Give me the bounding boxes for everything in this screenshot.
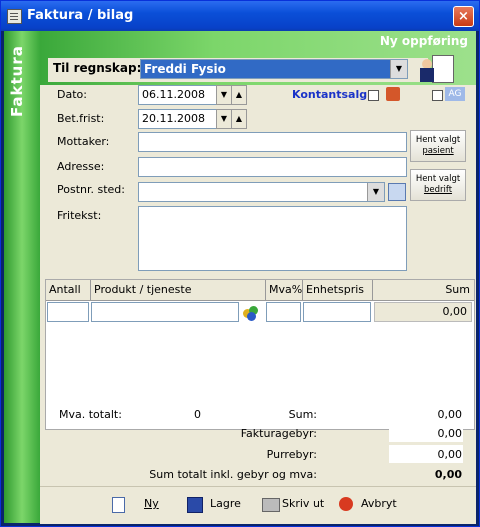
ag-icon: AG <box>445 87 465 101</box>
ny-button[interactable]: Ny <box>144 497 159 510</box>
save-icon[interactable] <box>187 497 203 513</box>
sidebar-label: Faktura <box>8 45 26 117</box>
sum-value: 0,00 <box>437 408 463 421</box>
cash-register-icon[interactable] <box>386 87 400 101</box>
window-title: Faktura / bilag <box>27 8 134 23</box>
fakturagebyr-value: 0,00 <box>437 427 463 440</box>
col-enhetspris: Enhetspris <box>303 280 373 300</box>
regnskap-label: Til regnskap: <box>53 61 142 75</box>
skriv-ut-button[interactable]: Skriv ut <box>282 497 324 510</box>
betfrist-calendar-button[interactable]: ▼ <box>216 109 232 129</box>
purregebyr-label: Purrebyr: <box>266 448 317 461</box>
person-document-icon <box>418 53 456 83</box>
antall-cell[interactable] <box>47 302 89 322</box>
enhetspris-cell[interactable] <box>303 302 371 322</box>
hent-pasient-label: Hent valgt <box>415 135 461 145</box>
title-bar: Faktura / bilag × <box>1 1 479 31</box>
hent-pasient-label-2: pasient <box>422 146 454 156</box>
lagre-button[interactable]: Lagre <box>210 497 241 510</box>
client-area: Faktura Ny oppføring Til regnskap: Fredd… <box>4 31 476 524</box>
betfrist-spin-button[interactable]: ▲ <box>231 109 247 129</box>
postnr-label: Postnr. sted: <box>57 183 125 196</box>
chevron-down-icon[interactable]: ▼ <box>367 183 384 201</box>
mottaker-label: Mottaker: <box>57 135 110 148</box>
edit-postnr-icon[interactable] <box>388 183 406 201</box>
dato-calendar-button[interactable]: ▼ <box>216 85 232 105</box>
betfrist-label: Bet.frist: <box>57 112 105 125</box>
produkt-cell[interactable] <box>91 302 239 322</box>
close-button[interactable]: × <box>453 6 474 27</box>
betfrist-input[interactable]: 20.11.2008 <box>138 109 217 129</box>
mva-cell[interactable] <box>266 302 301 322</box>
sidebar-strip: Faktura <box>4 31 40 523</box>
sum-cell: 0,00 <box>374 302 472 322</box>
regnskap-row: Til regnskap: Freddi Fysio ▼ <box>48 58 428 82</box>
window: Faktura / bilag × Faktura Ny oppføring T… <box>0 0 480 527</box>
purregebyr-value: 0,00 <box>437 448 463 461</box>
table-header: Antall Produkt / tjeneste Mva% Enhetspri… <box>46 280 474 301</box>
dato-input[interactable]: 06.11.2008 <box>138 85 217 105</box>
dato-label: Dato: <box>57 88 87 101</box>
printer-icon[interactable] <box>262 498 280 512</box>
adresse-input[interactable] <box>138 157 407 177</box>
total-label: Sum totalt inkl. gebyr og mva: <box>149 468 317 481</box>
footer-toolbar <box>40 486 476 524</box>
new-document-icon[interactable] <box>112 497 125 513</box>
hent-bedrift-label-2: bedrift <box>423 185 453 195</box>
kontantsalg-checkbox[interactable] <box>368 90 379 101</box>
col-antall: Antall <box>46 280 91 300</box>
product-lookup-icon[interactable] <box>242 303 260 321</box>
dato-value: 06.11.2008 <box>142 88 205 101</box>
mottaker-input[interactable] <box>138 132 407 152</box>
mode-text: Ny oppføring <box>379 34 468 48</box>
col-produkt: Produkt / tjeneste <box>91 280 266 300</box>
mva-totalt-label: Mva. totalt: <box>59 408 122 421</box>
col-mva: Mva% <box>266 280 303 300</box>
cancel-icon[interactable] <box>339 497 353 511</box>
fritekst-textarea[interactable] <box>138 206 407 271</box>
ag-checkbox[interactable] <box>432 90 443 101</box>
fakturagebyr-label: Fakturagebyr: <box>240 427 317 440</box>
hent-pasient-button[interactable]: Hent valgt pasient <box>410 130 466 162</box>
avbryt-button[interactable]: Avbryt <box>361 497 397 510</box>
sum-label: Sum: <box>288 408 317 421</box>
hent-bedrift-label: Hent valgt <box>415 174 461 184</box>
chevron-down-icon[interactable]: ▼ <box>390 60 407 78</box>
hent-bedrift-button[interactable]: Hent valgt bedrift <box>410 169 466 201</box>
total-value: 0,00 <box>434 468 462 481</box>
col-sum: Sum <box>445 283 470 296</box>
kontantsalg-label: Kontantsalg: <box>292 88 372 101</box>
fritekst-label: Fritekst: <box>57 209 102 222</box>
invoice-window-icon <box>7 9 22 24</box>
mva-totalt-value: 0 <box>194 408 201 421</box>
dato-spin-button[interactable]: ▲ <box>231 85 247 105</box>
postnr-select[interactable]: ▼ <box>138 182 385 202</box>
regnskap-value: Freddi Fysio <box>144 62 226 76</box>
adresse-label: Adresse: <box>57 160 105 173</box>
regnskap-select[interactable]: Freddi Fysio ▼ <box>140 59 408 79</box>
betfrist-value: 20.11.2008 <box>142 112 205 125</box>
